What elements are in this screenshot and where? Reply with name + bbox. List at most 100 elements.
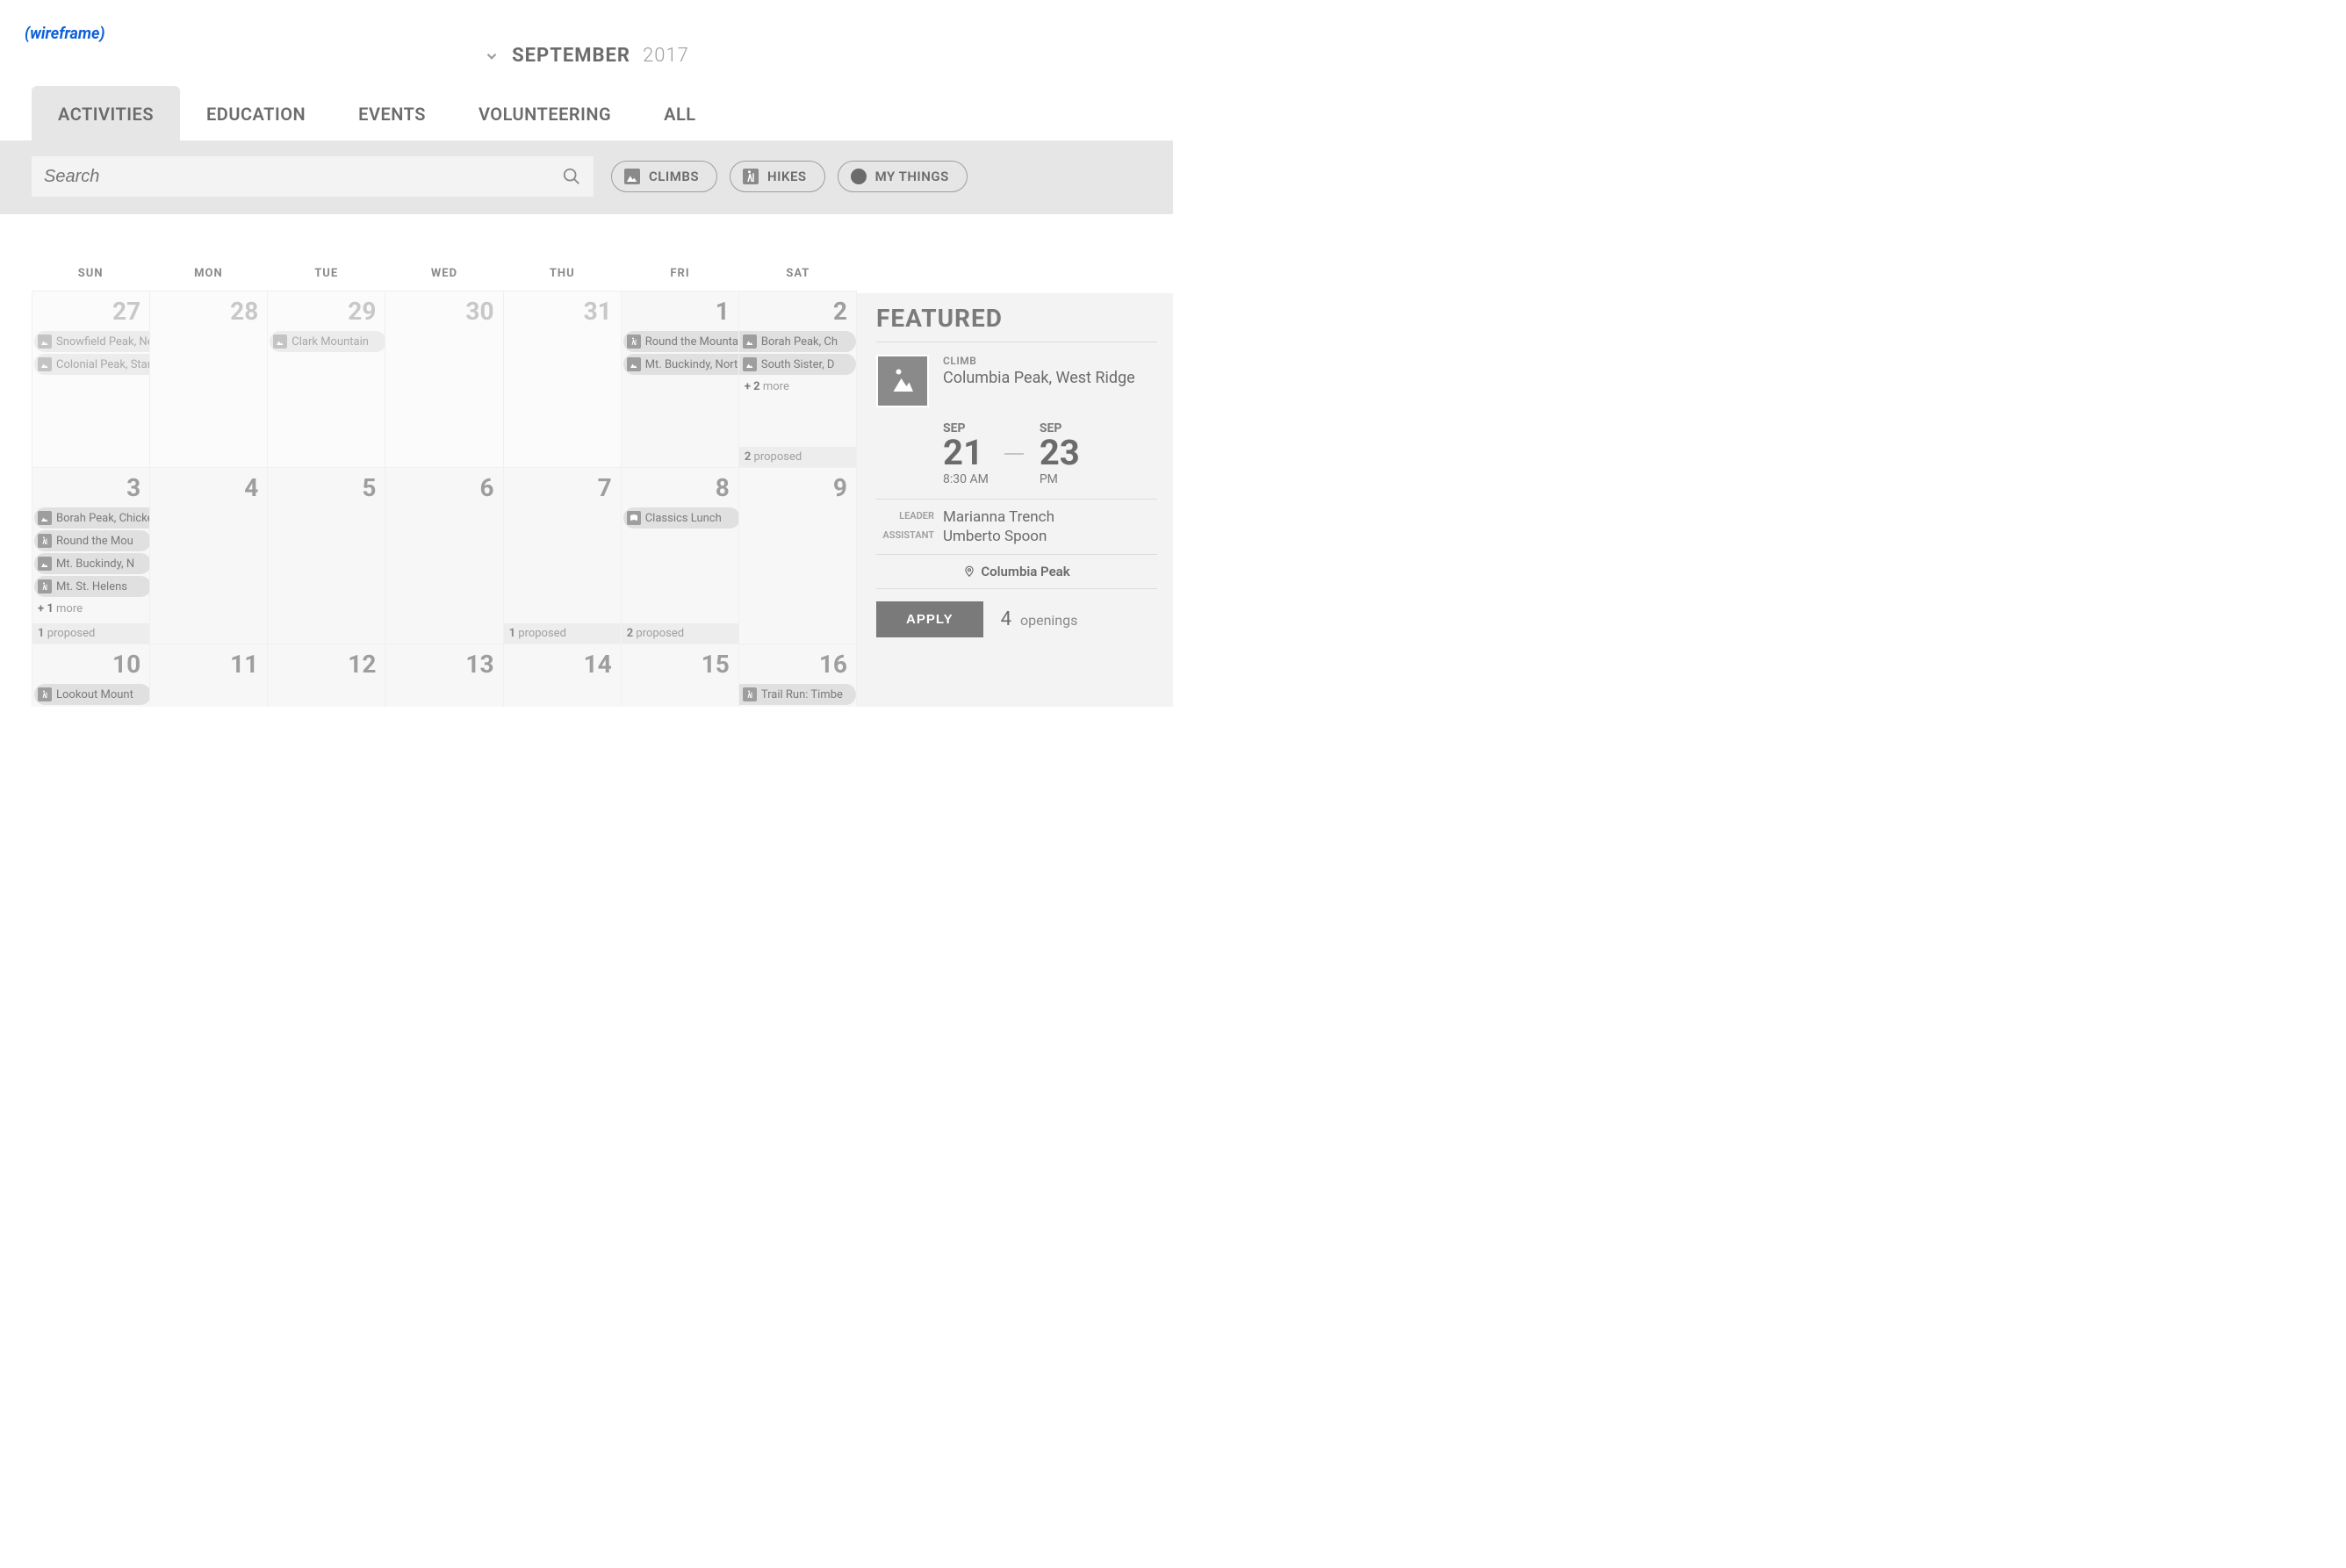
filter-chip-my-things[interactable]: MY THINGS [838, 161, 968, 192]
proposed-events[interactable]: 1 proposed [32, 623, 149, 644]
featured-title: Columbia Peak, West Ridge [943, 369, 1135, 387]
featured-panel: FEATURED CLIMB Columbia Peak, West Ridge… [857, 293, 1173, 707]
chip-label: HIKES [767, 169, 807, 184]
calendar-event[interactable]: Mt. Buckindy, North Side [623, 354, 739, 375]
assistant-name: Umberto Spoon [943, 528, 1157, 545]
tab-education[interactable]: EDUCATION [180, 86, 332, 140]
calendar-day[interactable]: 2Borah Peak, ChSouth Sister, D+ 2 more2 … [739, 291, 857, 467]
proposed-count: 1 [38, 627, 44, 640]
calendar-event[interactable]: Lookout Mount [34, 684, 150, 705]
proposed-text: proposed [47, 627, 96, 640]
featured-heading: FEATURED [876, 293, 1157, 342]
event-label: Mt. St. Helens [56, 580, 127, 593]
end-day: 23 [1040, 435, 1080, 471]
search-input[interactable] [44, 167, 562, 187]
calendar-day[interactable]: 9 [739, 468, 857, 644]
tab-activities[interactable]: ACTIVITIES [32, 86, 180, 140]
calendar-day[interactable]: 8Classics Lunch2 proposed [622, 468, 739, 644]
calendar-event[interactable]: South Sister, D [739, 354, 856, 375]
calendar-event[interactable]: Trail Run: Timbe [739, 684, 856, 705]
tab-events[interactable]: EVENTS [332, 86, 452, 140]
event-label: Classics Lunch [645, 512, 722, 525]
location-text: Columbia Peak [981, 564, 1069, 579]
event-label: Mt. Buckindy, N [56, 557, 134, 571]
calendar-day[interactable]: 4 [150, 468, 268, 644]
event-label: Borah Peak, Ch [761, 335, 838, 349]
calendar-day[interactable]: 30 [385, 291, 503, 467]
day-number: 6 [385, 468, 502, 506]
filter-chip-climbs[interactable]: CLIMBS [611, 161, 717, 192]
calendar-day[interactable]: 27 Snowfield Peak, Neve Glacier Colonial P… [32, 291, 150, 467]
calendar-day[interactable]: 31 [504, 291, 622, 467]
calendar-day[interactable]: 29Clark Mountain [268, 291, 385, 467]
featured-location[interactable]: Columbia Peak [876, 555, 1157, 589]
day-number: 12 [268, 644, 385, 682]
calendar-event[interactable]: Borah Peak, Ch [739, 331, 856, 352]
calendar-day[interactable]: 28 [150, 291, 268, 467]
calendar-event[interactable]: Mt. Buckindy, N [34, 553, 150, 574]
event-label: South Sister, D [761, 358, 835, 371]
tab-volunteering[interactable]: VOLUNTEERING [452, 86, 637, 140]
more-events[interactable]: + 2 more [739, 377, 856, 397]
day-number: 31 [504, 291, 621, 329]
calendar-day[interactable]: 14 [504, 644, 622, 707]
dot-icon [851, 169, 867, 184]
dow-fri: FRI [621, 267, 738, 291]
climb-icon [743, 357, 757, 371]
chevron-down-icon [484, 48, 500, 64]
day-number: 7 [504, 468, 621, 506]
calendar-event[interactable]: Colonial Peak, Standard West Ridge [34, 354, 150, 375]
calendar-event[interactable]: Round the Mou [34, 530, 150, 551]
chip-label: MY THINGS [875, 169, 949, 184]
calendar-day[interactable]: 6 [385, 468, 503, 644]
calendar-event[interactable]: Borah Peak, Chicken Out Ridge [34, 507, 150, 529]
dow-wed: WED [385, 267, 503, 291]
proposed-events[interactable]: 2 proposed [739, 447, 856, 467]
calendar-day[interactable]: 13 [385, 644, 503, 707]
calendar-day[interactable]: 10Lookout Mount [32, 644, 150, 707]
assistant-label: ASSISTANT [876, 528, 943, 545]
day-number: 3 [32, 468, 149, 506]
end-time: PM [1040, 472, 1080, 486]
calendar-day[interactable]: 15 [622, 644, 739, 707]
openings-label: openings [1020, 612, 1077, 629]
calendar-event[interactable]: Clark Mountain [270, 331, 385, 352]
month-selector[interactable]: SEPTEMBER 2017 [0, 36, 1173, 86]
calendar-day[interactable]: 16Trail Run: Timbe [739, 644, 857, 707]
hike-icon [743, 169, 759, 184]
calendar-day[interactable]: 12 [268, 644, 385, 707]
calendar-event[interactable]: Classics Lunch [623, 507, 739, 529]
calendar-event[interactable]: Mt. St. Helens [34, 576, 150, 597]
proposed-text: proposed [754, 450, 802, 464]
event-label: Clark Mountain [291, 335, 369, 349]
event-label: Snowfield Peak, Neve Glacier [56, 335, 150, 349]
calendar-day[interactable]: 7 1 proposed [504, 468, 622, 644]
day-number: 28 [150, 291, 267, 329]
calendar-day[interactable]: 5 [268, 468, 385, 644]
day-number: 4 [150, 468, 267, 506]
calendar-day[interactable]: 1 Round the Mountain Mt. Buckindy, North S… [622, 291, 739, 467]
calendar-day[interactable]: 11 [150, 644, 268, 707]
day-number: 27 [32, 291, 149, 329]
proposed-count: 2 [627, 627, 633, 640]
event-label: Round the Mountain [645, 335, 739, 349]
chip-label: CLIMBS [649, 169, 699, 184]
calendar-event[interactable]: Snowfield Peak, Neve Glacier [34, 331, 150, 352]
hike-icon [743, 687, 757, 701]
tab-all[interactable]: ALL [637, 86, 722, 140]
more-events[interactable]: + 1 more [32, 599, 149, 619]
header-year: 2017 [643, 45, 689, 67]
climb-icon [624, 169, 640, 184]
search-input-wrap[interactable] [32, 156, 594, 197]
hike-icon [627, 334, 641, 349]
climb-icon [743, 334, 757, 349]
pin-icon [963, 565, 975, 578]
apply-button[interactable]: APPLY [876, 601, 983, 637]
day-number: 1 [622, 291, 738, 329]
filter-chip-hikes[interactable]: HIKES [730, 161, 825, 192]
proposed-events[interactable]: 2 proposed [622, 623, 738, 644]
calendar-event[interactable]: Round the Mountain [623, 331, 739, 352]
proposed-events[interactable]: 1 proposed [504, 623, 621, 644]
calendar-day[interactable]: 3Borah Peak, Chicken Out RidgeRound the … [32, 468, 150, 644]
more-count: + 1 [38, 602, 54, 615]
